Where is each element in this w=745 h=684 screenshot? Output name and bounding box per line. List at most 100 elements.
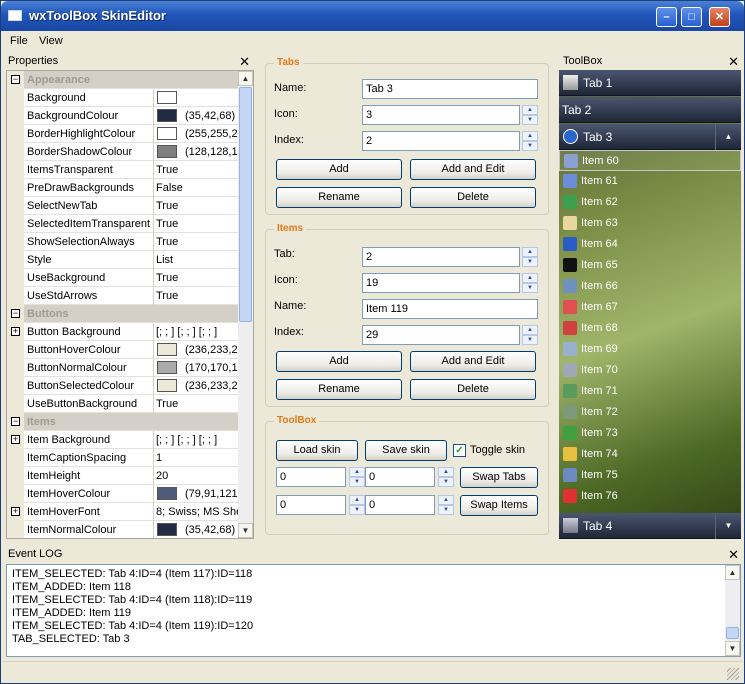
property-row[interactable]: ItemCaptionSpacing 1	[7, 449, 240, 467]
toolbox-item[interactable]: Item 75	[559, 465, 741, 486]
tab-icon-input[interactable]: 3	[362, 105, 520, 125]
tab-name-input[interactable]: Tab 3	[362, 79, 538, 99]
property-row[interactable]: + Button Background [; ; ] [; ; ] [; ; ]	[7, 323, 240, 341]
property-row[interactable]: ButtonHoverColour (236,233,216)	[7, 341, 240, 359]
toolbox-item[interactable]: Item 63	[559, 213, 741, 234]
item-tab-input[interactable]: 2	[362, 247, 520, 267]
expand-icon[interactable]: +	[11, 507, 20, 516]
expand-icon[interactable]: +	[11, 435, 20, 444]
toolbox-item[interactable]: Item 61	[559, 171, 741, 192]
property-category[interactable]: − Appearance	[7, 71, 240, 89]
property-value[interactable]: 20	[156, 470, 240, 482]
tab-delete-button[interactable]: Delete	[410, 187, 536, 208]
property-value[interactable]: True	[156, 164, 240, 176]
color-swatch[interactable]	[157, 91, 177, 104]
color-swatch[interactable]	[157, 109, 177, 122]
tab-rename-button[interactable]: Rename	[276, 187, 402, 208]
property-row[interactable]: ItemHoverColour (79,91,121)	[7, 485, 240, 503]
tab-index-spinner[interactable]: ▲ ▼	[522, 131, 538, 151]
resize-grip[interactable]	[727, 668, 739, 680]
toggle-skin-label[interactable]: Toggle skin	[470, 444, 525, 456]
toolbox-tab-2[interactable]: Tab 2	[559, 97, 741, 123]
property-row[interactable]: SelectNewTab True	[7, 197, 240, 215]
event-log[interactable]: ▲ ▼ ITEM_SELECTED: Tab 4:ID=4 (Item 117)…	[6, 564, 741, 657]
tab-icon-spinner[interactable]: ▲ ▼	[522, 105, 538, 125]
property-value[interactable]: (35,42,68)	[185, 110, 240, 122]
close-icon[interactable]: ✕	[728, 53, 739, 70]
menu-file[interactable]: File	[10, 35, 28, 47]
property-category[interactable]: − Items	[7, 413, 240, 431]
swap-tabs-button[interactable]: Swap Tabs	[460, 467, 538, 488]
property-row[interactable]: PreDrawBackgrounds False	[7, 179, 240, 197]
scroll-up-icon[interactable]: ▲	[715, 124, 741, 150]
toolbox-tab-3[interactable]: Tab 3 ▲	[559, 124, 741, 150]
property-row[interactable]: + Item Background [; ; ] [; ; ] [; ; ]	[7, 431, 240, 449]
property-row[interactable]: UseButtonBackground True	[7, 395, 240, 413]
color-swatch[interactable]	[157, 523, 177, 536]
toolbox-item[interactable]: Item 64	[559, 234, 741, 255]
property-row[interactable]: ItemNormalColour (35,42,68)	[7, 521, 240, 538]
property-row[interactable]: UseBackground True	[7, 269, 240, 287]
color-swatch[interactable]	[157, 145, 177, 158]
toolbox-control[interactable]: Tab 1 Tab 2 Tab 3 ▲ Item 60 Item 61 Item 6…	[559, 70, 741, 539]
item-rename-button[interactable]: Rename	[276, 379, 402, 400]
swap-item-from-input[interactable]: 0	[276, 495, 346, 515]
toolbox-item[interactable]: Item 70	[559, 360, 741, 381]
property-value[interactable]: True	[156, 236, 240, 248]
swap-tab-from-spinner[interactable]: ▲ ▼	[349, 467, 365, 487]
color-swatch[interactable]	[157, 379, 177, 392]
scroll-up-arrow[interactable]: ▲	[238, 71, 253, 86]
toolbox-item[interactable]: Item 71	[559, 381, 741, 402]
title-bar[interactable]: wxToolBox SkinEditor – □ ✕	[1, 1, 744, 31]
item-add-edit-button[interactable]: Add and Edit	[410, 351, 536, 372]
item-add-button[interactable]: Add	[276, 351, 402, 372]
save-skin-button[interactable]: Save skin	[365, 440, 447, 461]
item-icon-spinner[interactable]: ▲ ▼	[522, 273, 538, 293]
swap-tab-to-input[interactable]: 0	[365, 467, 435, 487]
scroll-down-icon[interactable]: ▼	[715, 513, 741, 539]
property-row[interactable]: ShowSelectionAlways True	[7, 233, 240, 251]
toolbox-item[interactable]: Item 67	[559, 297, 741, 318]
property-value[interactable]: (236,233,216)	[185, 344, 240, 356]
tab-add-edit-button[interactable]: Add and Edit	[410, 159, 536, 180]
log-scrollbar[interactable]: ▲ ▼	[725, 565, 740, 656]
property-value[interactable]: (35,42,68)	[185, 524, 240, 536]
toolbox-item[interactable]: Item 62	[559, 192, 741, 213]
property-row[interactable]: UseStdArrows True	[7, 287, 240, 305]
property-value[interactable]: 1	[156, 452, 240, 464]
toolbox-item[interactable]: Item 73	[559, 423, 741, 444]
scroll-thumb[interactable]	[726, 627, 739, 639]
property-value[interactable]: (236,233,216)	[185, 380, 240, 392]
property-row[interactable]: BackgroundColour (35,42,68)	[7, 107, 240, 125]
load-skin-button[interactable]: Load skin	[276, 440, 358, 461]
swap-item-from-spinner[interactable]: ▲ ▼	[349, 495, 365, 515]
close-icon[interactable]: ✕	[239, 53, 250, 70]
property-value[interactable]: True	[156, 290, 240, 302]
property-value[interactable]: 8; Swiss; MS Shell Dlg 2	[156, 506, 240, 518]
collapse-icon[interactable]: −	[11, 75, 20, 84]
toolbox-item[interactable]: Item 74	[559, 444, 741, 465]
swap-items-button[interactable]: Swap Items	[460, 495, 538, 516]
collapse-icon[interactable]: −	[11, 417, 20, 426]
menu-view[interactable]: View	[39, 35, 63, 47]
property-row[interactable]: ItemHeight 20	[7, 467, 240, 485]
minimize-button[interactable]: –	[656, 7, 677, 27]
color-swatch[interactable]	[157, 361, 177, 374]
property-value[interactable]: [; ; ] [; ; ] [; ; ]	[156, 434, 240, 446]
color-swatch[interactable]	[157, 127, 177, 140]
scroll-down-arrow[interactable]: ▼	[725, 641, 740, 656]
property-row[interactable]: Background	[7, 89, 240, 107]
property-value[interactable]: True	[156, 398, 240, 410]
property-category[interactable]: − Buttons	[7, 305, 240, 323]
property-value[interactable]: (170,170,170)	[185, 362, 240, 374]
property-row[interactable]: Style List	[7, 251, 240, 269]
property-value[interactable]: (79,91,121)	[185, 488, 240, 500]
property-row[interactable]: ButtonNormalColour (170,170,170)	[7, 359, 240, 377]
toolbox-item[interactable]: Item 69	[559, 339, 741, 360]
property-row[interactable]: ItemsTransparent True	[7, 161, 240, 179]
toolbox-item[interactable]: Item 65	[559, 255, 741, 276]
toolbox-item[interactable]: Item 60	[559, 150, 741, 171]
property-value[interactable]: [; ; ] [; ; ] [; ; ]	[156, 326, 240, 338]
property-value[interactable]: (128,128,128)	[185, 146, 240, 158]
item-delete-button[interactable]: Delete	[410, 379, 536, 400]
